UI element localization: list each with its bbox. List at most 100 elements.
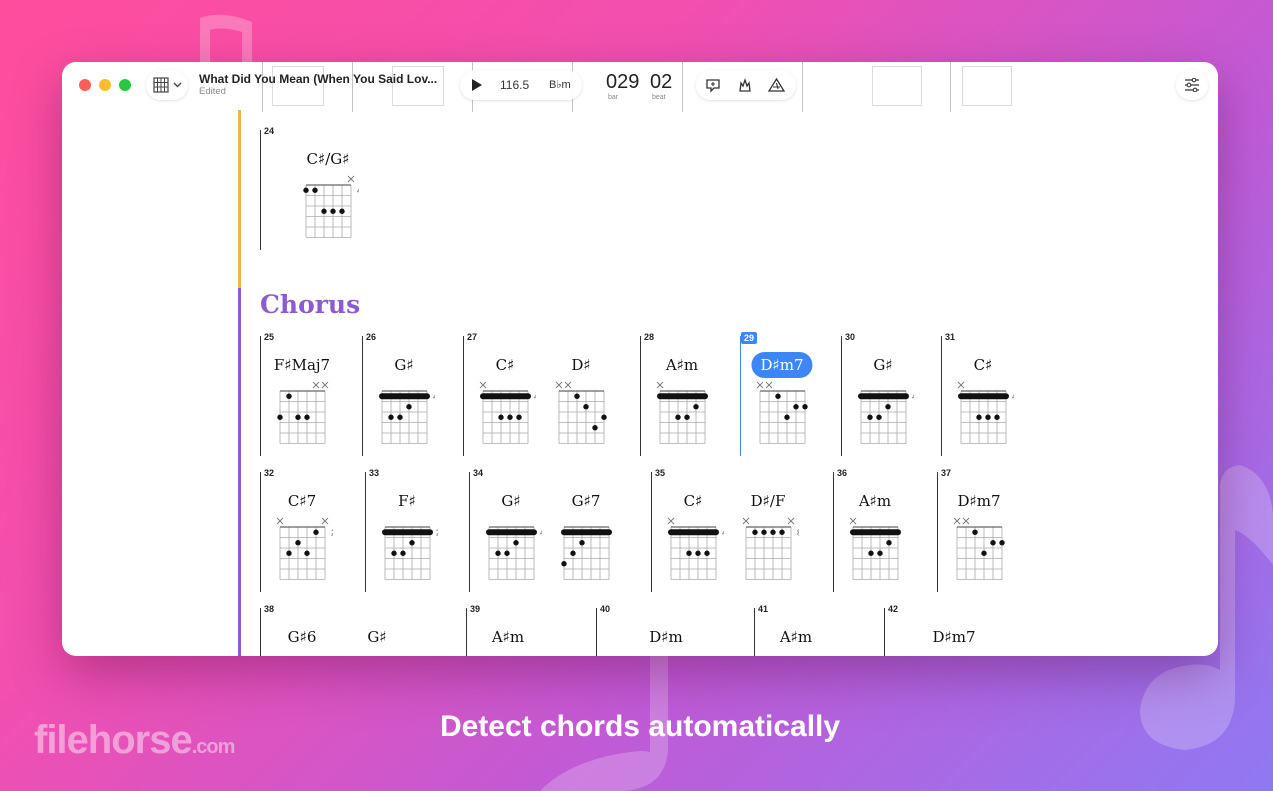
watermark-suffix: .com — [191, 736, 236, 758]
fret-number: 8 — [797, 528, 799, 537]
chord-name[interactable]: D♯ — [571, 356, 590, 374]
minimize-window-button[interactable] — [99, 79, 111, 91]
instrument-selector[interactable] — [146, 70, 188, 100]
chord-name[interactable]: A♯m — [859, 492, 891, 510]
barre-mark — [379, 393, 430, 400]
chorus-marker-line — [238, 288, 241, 656]
bar-line — [260, 608, 261, 656]
finger-dot — [770, 529, 776, 535]
chord-diagram: 4 — [486, 526, 542, 580]
zoom-window-button[interactable] — [119, 79, 131, 91]
loop-icon[interactable] — [705, 77, 721, 93]
finger-dot — [504, 550, 510, 556]
play-icon[interactable] — [471, 78, 483, 92]
muted-string-mark — [667, 517, 675, 525]
finger-dot — [277, 414, 283, 420]
finger-dot — [303, 187, 309, 193]
song-title[interactable]: What Did You Mean (When You Said Lov... — [199, 72, 437, 86]
bar-number: 28 — [644, 332, 655, 342]
tuner-icon[interactable] — [768, 77, 785, 93]
finger-dot — [886, 540, 892, 546]
key-value[interactable]: B♭m — [549, 78, 571, 91]
settings-button[interactable] — [1176, 70, 1208, 100]
chord-name[interactable]: C♯ — [684, 492, 703, 510]
chord-name[interactable]: C♯ — [496, 356, 515, 374]
fret-number: 4 — [540, 528, 542, 537]
chord-name[interactable]: C♯/G♯ — [306, 150, 349, 168]
chord-diagram: 2 — [382, 526, 438, 580]
muted-string-mark — [347, 175, 355, 183]
finger-dot — [877, 550, 883, 556]
view-tools — [696, 70, 796, 100]
bar-number: 32 — [264, 468, 275, 478]
finger-dot — [981, 550, 987, 556]
finger-dot — [784, 414, 790, 420]
chord-name[interactable]: G♯ — [501, 492, 520, 510]
finger-dot — [775, 393, 781, 399]
finger-dot — [516, 414, 522, 420]
chord-diagram: 4 — [379, 390, 435, 444]
bar-line — [833, 472, 834, 592]
bar-number: 31 — [945, 332, 956, 342]
chord-name[interactable]: G♯ — [394, 356, 413, 374]
muted-string-mark — [742, 517, 750, 525]
finger-dot — [574, 393, 580, 399]
chord-name[interactable]: D♯m7 — [957, 492, 1000, 510]
finger-dot — [295, 414, 301, 420]
close-window-button[interactable] — [79, 79, 91, 91]
finger-dot — [684, 414, 690, 420]
chord-sheet[interactable]: Chorus 24C♯/G♯425F♯Maj726G♯427C♯4D♯28A♯m… — [62, 62, 1218, 656]
bar-line — [841, 336, 842, 456]
barre-mark — [850, 529, 901, 536]
bar-number: 38 — [264, 604, 275, 614]
finger-dot — [391, 550, 397, 556]
tempo-value[interactable]: 116.5 — [500, 78, 529, 92]
section-title[interactable]: Chorus — [260, 290, 360, 319]
chord-name[interactable]: C♯7 — [288, 492, 316, 510]
fret-number: 2 — [436, 528, 438, 537]
bar-number: 26 — [366, 332, 377, 342]
chord-name[interactable]: A♯m — [780, 628, 812, 646]
chord-name[interactable]: C♯ — [974, 356, 993, 374]
finger-dot — [868, 550, 874, 556]
bar-line — [884, 608, 885, 656]
bar-number: 29 — [741, 332, 758, 344]
finger-dot — [994, 414, 1000, 420]
finger-dot — [304, 414, 310, 420]
fret-number: 4 — [357, 186, 359, 195]
bar-number: 41 — [758, 604, 769, 614]
watermark-main: filehorse — [34, 718, 193, 762]
chord-name[interactable]: D♯/F — [751, 492, 786, 510]
bar-number: 39 — [470, 604, 481, 614]
chord-name[interactable]: F♯ — [398, 492, 416, 510]
chord-name[interactable]: F♯Maj7 — [274, 356, 330, 374]
position-display: 029 02 bar beat — [606, 71, 678, 105]
barre-mark — [480, 393, 531, 400]
chord-name[interactable]: A♯m — [666, 356, 698, 374]
muted-string-mark — [321, 381, 329, 389]
document-status: Edited — [199, 86, 226, 97]
bar-line — [941, 336, 942, 456]
chord-name[interactable]: G♯7 — [572, 492, 601, 510]
bar-number: 33 — [369, 468, 380, 478]
finger-dot — [286, 393, 292, 399]
chord-name[interactable]: G♯6 — [288, 628, 317, 646]
metronome-crown-icon[interactable] — [737, 77, 753, 93]
chord-name[interactable]: D♯m — [649, 628, 683, 646]
barre-mark — [668, 529, 719, 536]
finger-dot — [876, 414, 882, 420]
chord-name[interactable]: G♯ — [873, 356, 892, 374]
barre-mark — [858, 393, 909, 400]
beat-counter: 02 — [650, 71, 673, 93]
chord-name[interactable]: D♯m7 — [751, 352, 813, 378]
muted-string-mark — [479, 381, 487, 389]
chord-name[interactable]: D♯m7 — [932, 628, 975, 646]
chord-diagram: 4 — [303, 175, 359, 238]
chord-name[interactable]: A♯m — [492, 628, 524, 646]
finger-dot — [304, 550, 310, 556]
barre-mark — [561, 529, 612, 536]
chord-name[interactable]: G♯ — [367, 628, 386, 646]
chord-diagram — [756, 381, 808, 444]
toolbar: What Did You Mean (When You Said Lov... … — [62, 62, 1218, 110]
finger-dot — [990, 540, 996, 546]
